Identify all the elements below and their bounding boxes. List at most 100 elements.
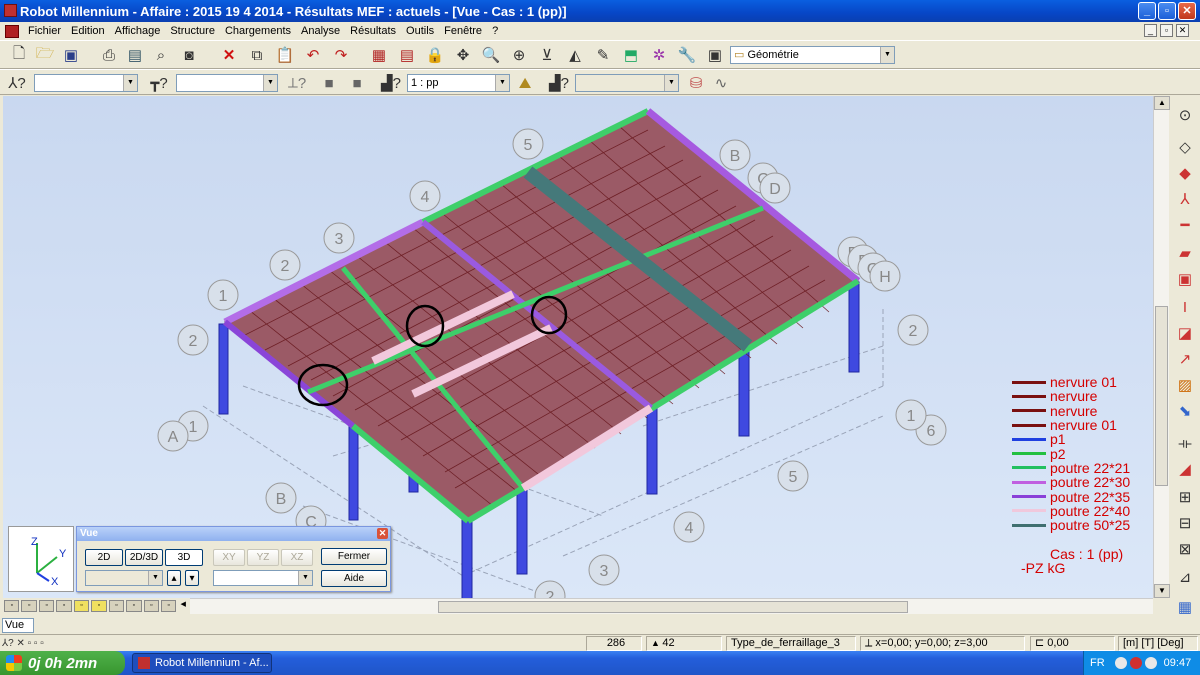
language-indicator[interactable]: FR: [1090, 657, 1105, 669]
taskbar-item-robot[interactable]: Robot Millennium - Af...: [132, 653, 272, 673]
table-grid-icon[interactable]: ▦: [1174, 596, 1196, 618]
zoom-icon[interactable]: 🔍: [480, 44, 502, 66]
view-tab-icon[interactable]: ▫: [4, 600, 20, 612]
menu-resultats[interactable]: Résultats: [345, 25, 401, 37]
release-icon[interactable]: ⅄: [1174, 188, 1196, 210]
view-tab-icon[interactable]: ▫: [91, 600, 107, 612]
scroll-thumb[interactable]: [1155, 306, 1168, 486]
support-icon[interactable]: ◆: [1174, 162, 1196, 184]
horizontal-scrollbar[interactable]: [190, 598, 1153, 614]
print-preview-icon[interactable]: ⌕: [150, 44, 172, 66]
menu-analyse[interactable]: Analyse: [296, 25, 345, 37]
plane-select[interactable]: ▼: [213, 570, 313, 586]
open-icon[interactable]: 🗁: [34, 44, 56, 66]
view-select[interactable]: ▼: [85, 570, 163, 586]
new-icon[interactable]: 🗋: [8, 44, 30, 66]
view-2d3d-button[interactable]: 2D/3D: [125, 549, 163, 566]
section-icon[interactable]: ◭: [564, 44, 586, 66]
plane-yz-button[interactable]: YZ: [247, 549, 279, 566]
minimize-button[interactable]: _: [1138, 2, 1156, 20]
offset-icon[interactable]: ↗: [1174, 348, 1196, 370]
gear-icon[interactable]: ✲: [648, 44, 670, 66]
print-book-icon[interactable]: ▤: [124, 44, 146, 66]
plane-xy-button[interactable]: XY: [213, 549, 245, 566]
volume-icon[interactable]: [1144, 657, 1157, 669]
structure-view[interactable]: 1 2 2 3 4 5 1 2 6 5 4 3 2 1 A B B C C D: [3, 96, 1153, 598]
doc-minimize-button[interactable]: _: [1144, 24, 1157, 37]
material-box-icon[interactable]: ▨: [1174, 374, 1196, 396]
bar-selection-input[interactable]: ▼: [176, 74, 278, 92]
scroll-left-icon[interactable]: ◀: [178, 600, 188, 612]
view-tab-icon[interactable]: ▫: [38, 600, 55, 612]
node-select-icon[interactable]: ⅄?: [6, 72, 28, 94]
mesh-icon[interactable]: ⬊: [1174, 400, 1196, 422]
close-panel-button[interactable]: Fermer: [321, 548, 387, 565]
redo-icon[interactable]: ↷: [330, 44, 352, 66]
group-2-icon[interactable]: ■: [346, 72, 368, 94]
properties-icon[interactable]: ▣: [704, 44, 726, 66]
doc-close-button[interactable]: ✕: [1176, 24, 1189, 37]
bar-select-icon[interactable]: ┳?: [148, 72, 170, 94]
save-icon[interactable]: ▣: [60, 44, 82, 66]
scroll-up-icon[interactable]: ▲: [1154, 96, 1170, 110]
slab-icon[interactable]: ◢: [1174, 458, 1196, 480]
command-input[interactable]: Vue: [2, 618, 34, 633]
view-2d-button[interactable]: 2D: [85, 549, 123, 566]
help-button[interactable]: Aide: [321, 570, 387, 587]
doc-restore-button[interactable]: ▫: [1160, 24, 1173, 37]
layout-select[interactable]: ▭ Géométrie ▼: [730, 46, 895, 64]
view-tab-icon[interactable]: ▫: [143, 600, 159, 612]
delete-icon[interactable]: ✕: [218, 44, 240, 66]
rebar-icon[interactable]: ⊠: [1174, 538, 1196, 560]
object-select-icon[interactable]: ⟂?: [286, 72, 308, 94]
menu-affichage[interactable]: Affichage: [110, 25, 166, 37]
calculator-icon[interactable]: ▦: [368, 44, 390, 66]
tray-icon[interactable]: [1114, 657, 1127, 669]
view-tab-icon[interactable]: ▫: [21, 600, 37, 612]
print-icon[interactable]: ⎙: [98, 44, 120, 66]
menu-fichier[interactable]: Fichier: [23, 25, 66, 37]
menu-chargements[interactable]: Chargements: [220, 25, 296, 37]
menu-structure[interactable]: Structure: [165, 25, 220, 37]
section-profile-icon[interactable]: I: [1174, 296, 1196, 318]
mode-select-icon[interactable]: ▟?: [548, 72, 570, 94]
menu-help[interactable]: ?: [487, 25, 503, 37]
antivirus-icon[interactable]: [1129, 657, 1142, 669]
case-select[interactable]: 1 : pp ▼: [407, 74, 510, 92]
group-icon[interactable]: ■: [318, 72, 340, 94]
wave-icon[interactable]: ∿: [710, 72, 732, 94]
case-select-icon[interactable]: ▟?: [380, 72, 402, 94]
document-icon[interactable]: [5, 24, 19, 38]
display-toggles-icon[interactable]: ⅄? ✕ ▫ ▫ ▫: [2, 635, 112, 651]
maximize-button[interactable]: ▫: [1158, 2, 1176, 20]
step-up-button[interactable]: ▴: [167, 570, 181, 586]
view-tab-icon[interactable]: ▫: [160, 600, 177, 612]
vue-panel-titlebar[interactable]: Vue ✕: [77, 527, 390, 541]
vue-close-icon[interactable]: ✕: [377, 528, 388, 539]
stairs-icon[interactable]: ⊿: [1174, 566, 1196, 588]
lock-icon[interactable]: 🔒: [424, 44, 446, 66]
scroll-down-icon[interactable]: ▼: [1154, 584, 1170, 598]
line-icon[interactable]: ━: [1174, 214, 1196, 236]
view-tab-icon[interactable]: ▫: [126, 600, 142, 612]
menu-edition[interactable]: Edition: [66, 25, 110, 37]
reinforcement-icon[interactable]: ⊟: [1174, 512, 1196, 534]
view-3d-button[interactable]: 3D: [165, 549, 203, 566]
copy-icon[interactable]: ⧉: [246, 44, 268, 66]
material-icon[interactable]: ⬒: [620, 44, 642, 66]
zoom-window-icon[interactable]: ⊕: [508, 44, 530, 66]
solid-icon[interactable]: ▣: [1174, 268, 1196, 290]
view-tab-icon[interactable]: ▫: [108, 600, 125, 612]
scroll-thumb[interactable]: [438, 601, 908, 613]
paste-icon[interactable]: 📋: [274, 44, 296, 66]
start-button[interactable]: 0j 0h 2mn: [0, 651, 125, 675]
display-icon[interactable]: ⛁: [685, 72, 707, 94]
panel-icon[interactable]: ▰: [1174, 242, 1196, 264]
move-icon[interactable]: ✥: [452, 44, 474, 66]
plane-xz-button[interactable]: XZ: [281, 549, 313, 566]
vertical-scrollbar[interactable]: ▲ ▼: [1153, 96, 1170, 598]
view-tab-icon[interactable]: ▫: [73, 600, 90, 612]
menu-fenetre[interactable]: Fenêtre: [439, 25, 487, 37]
nodes-icon[interactable]: ⊙: [1174, 104, 1196, 126]
close-button[interactable]: ✕: [1178, 2, 1196, 20]
